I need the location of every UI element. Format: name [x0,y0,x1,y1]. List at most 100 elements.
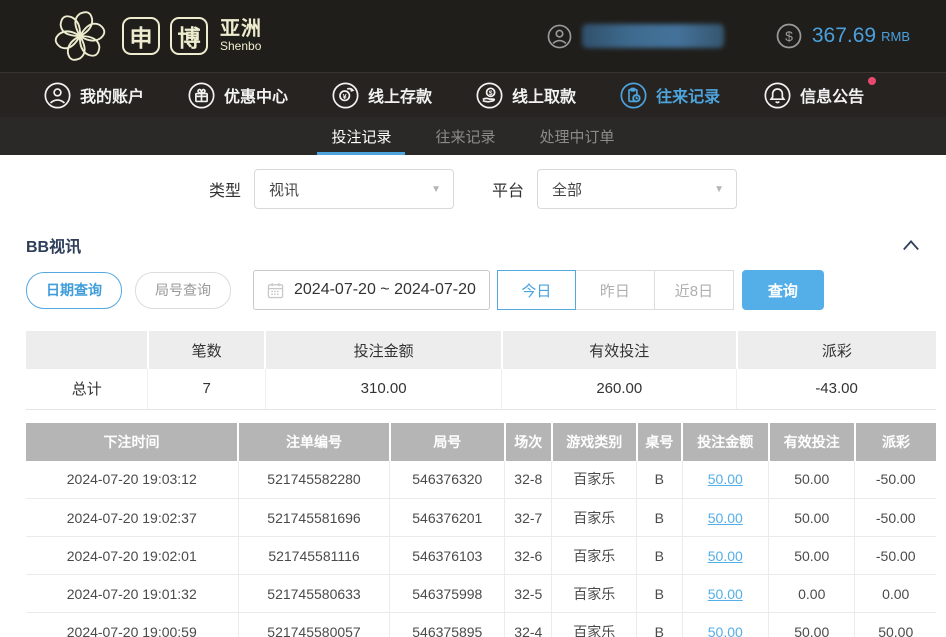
nav-item-withdraw[interactable]: $ 线上取款 [476,82,576,109]
nav-item-deposit[interactable]: ¥ 线上存款 [332,82,432,109]
cell-session: 32-5 [505,575,552,613]
bets-table-body: 2024-07-20 19:03:12521745582280546376320… [26,461,936,637]
logo-region-text: 亚洲 [220,19,262,40]
cell-game: 百家乐 [552,575,637,613]
cell-time: 2024-07-20 19:03:12 [26,461,238,499]
nav-label: 我的账户 [80,83,144,107]
main-nav: 我的账户 优惠中心 ¥ 线上存款 $ 线上取款 往来记录 [0,72,946,117]
col-session: 场次 [505,423,552,461]
cell-table: B [637,537,683,575]
type-filter-label: 类型 [209,177,241,201]
search-button[interactable]: 查询 [742,270,824,310]
quick-today-button[interactable]: 今日 [497,270,576,310]
col-order-id: 注单编号 [238,423,390,461]
cell-bet[interactable]: 50.00 [682,575,768,613]
nav-item-my-account[interactable]: 我的账户 [44,82,144,109]
summary-total-label: 总计 [26,369,148,409]
cell-time: 2024-07-20 19:02:37 [26,499,238,537]
cell-bet[interactable]: 50.00 [682,613,768,637]
cell-valid: 50.00 [769,499,855,537]
bet-amount-link[interactable]: 50.00 [708,586,743,602]
type-select[interactable]: 视讯 ▼ [254,169,454,209]
cell-valid: 50.00 [769,537,855,575]
summary-total-bet-amount: 310.00 [265,369,502,409]
cell-bet[interactable]: 50.00 [682,461,768,499]
cell-round_id: 546376320 [390,461,505,499]
date-query-button[interactable]: 日期查询 [26,272,122,309]
bet-amount-link[interactable]: 50.00 [708,471,743,487]
brand-logo[interactable]: 申 博 亚洲 Shenbo [52,8,262,64]
cell-payout: -50.00 [855,461,936,499]
bet-amount-link[interactable]: 50.00 [708,548,743,564]
cell-round_id: 546376103 [390,537,505,575]
nav-label: 往来记录 [656,83,720,107]
round-query-button[interactable]: 局号查询 [135,272,231,309]
deposit-icon: ¥ [332,82,359,109]
platform-select-value: 全部 [552,179,582,200]
withdraw-icon: $ [476,82,503,109]
notification-badge-dot [868,77,876,85]
nav-item-records[interactable]: 往来记录 [620,82,720,109]
summary-header-blank [26,331,148,369]
top-header: 申 博 亚洲 Shenbo $ 367.69 RMB [0,0,946,72]
collapse-chevron-up-icon[interactable] [902,238,920,252]
cell-valid: 50.00 [769,461,855,499]
cell-payout: -50.00 [855,499,936,537]
platform-select[interactable]: 全部 ▼ [537,169,737,209]
balance-amount[interactable]: 367.69 [812,24,876,48]
tab-bet-records[interactable]: 投注记录 [325,117,397,155]
nav-label: 线上取款 [512,83,576,107]
nav-item-announcements[interactable]: 信息公告 [764,82,864,109]
username-blurred[interactable] [582,24,724,48]
balance-currency: RMB [881,29,910,44]
nav-label: 线上存款 [368,83,432,107]
col-game-type: 游戏类别 [552,423,637,461]
date-range-input[interactable]: 2024-07-20 ~ 2024-07-20 [253,270,490,310]
logo-char-1: 申 [122,17,160,55]
nav-item-promotions[interactable]: 优惠中心 [188,82,288,109]
nav-label: 优惠中心 [224,83,288,107]
tab-transaction-records[interactable]: 往来记录 [429,117,501,155]
quick-range-group: 今日 昨日 近8日 [497,270,734,310]
cell-bet[interactable]: 50.00 [682,499,768,537]
account-icon [44,82,71,109]
bet-amount-link[interactable]: 50.00 [708,624,743,637]
cell-order_id: 521745580633 [238,575,390,613]
cell-order_id: 521745582280 [238,461,390,499]
balance-coin-icon: $ [776,23,802,49]
col-round-id: 局号 [390,423,505,461]
flower-logo-icon [52,8,108,64]
cell-time: 2024-07-20 19:01:32 [26,575,238,613]
cell-time: 2024-07-20 19:02:01 [26,537,238,575]
cell-session: 32-4 [505,613,552,637]
records-icon [620,82,647,109]
cell-table: B [637,575,683,613]
svg-text:$: $ [785,28,793,44]
cell-time: 2024-07-20 19:00:59 [26,613,238,637]
cell-bet[interactable]: 50.00 [682,537,768,575]
chevron-down-icon: ▼ [431,184,441,195]
quick-yesterday-button[interactable]: 昨日 [576,270,655,310]
user-avatar-icon[interactable] [547,24,572,49]
summary-header-bet-amount: 投注金额 [265,331,502,369]
filter-row: 类型 视讯 ▼ 平台 全部 ▼ [0,168,946,210]
record-subtabs: 投注记录 往来记录 处理中订单 [0,117,946,155]
summary-header-row: 笔数 投注金额 有效投注 派彩 [26,331,936,369]
col-table-no: 桌号 [637,423,683,461]
cell-table: B [637,461,683,499]
summary-header-valid-bet: 有效投注 [502,331,737,369]
tab-pending-orders[interactable]: 处理中订单 [534,117,621,155]
cell-order_id: 521745581116 [238,537,390,575]
quick-last8days-button[interactable]: 近8日 [655,270,734,310]
section-header: BB视讯 [0,229,946,261]
bet-amount-link[interactable]: 50.00 [708,510,743,526]
summary-total-valid-bet: 260.00 [502,369,737,409]
table-row: 2024-07-20 19:02:01521745581116546376103… [26,537,936,575]
cell-session: 32-8 [505,461,552,499]
cell-game: 百家乐 [552,613,637,637]
type-select-value: 视讯 [269,179,299,200]
svg-text:$: $ [489,90,493,97]
bets-table: 下注时间 注单编号 局号 场次 游戏类别 桌号 投注金额 有效投注 派彩 202… [26,423,936,637]
calendar-icon [267,282,284,299]
logo-subtitle: Shenbo [220,40,262,53]
